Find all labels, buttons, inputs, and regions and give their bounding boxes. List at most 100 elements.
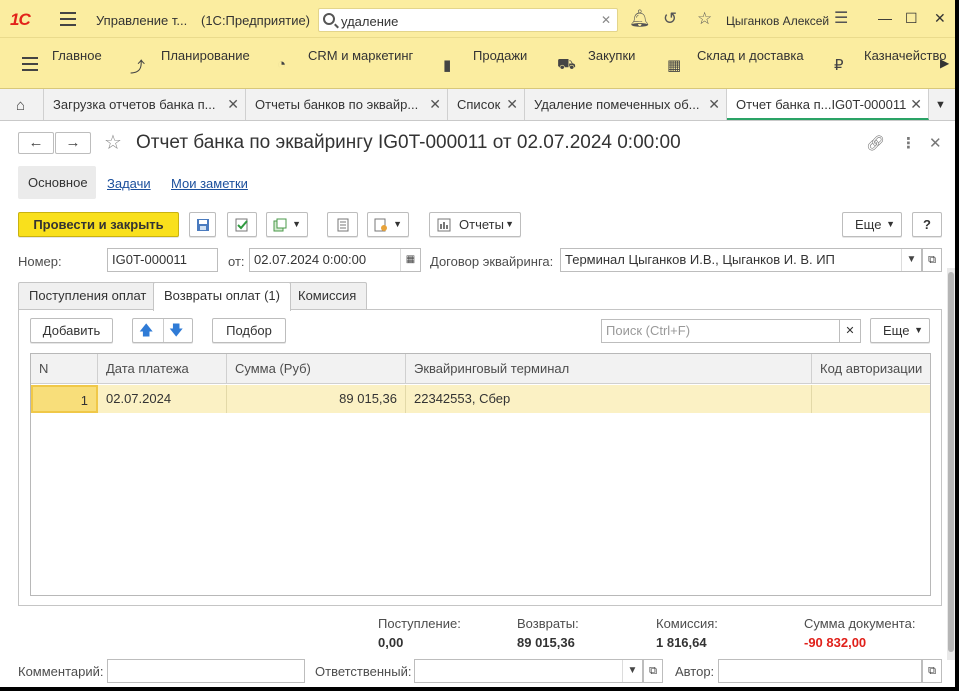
reports-label: Отчеты bbox=[459, 217, 504, 232]
column-header-terminal[interactable]: Эквайринговый терминал bbox=[406, 354, 812, 384]
chevron-down-icon[interactable]: ▼ bbox=[622, 660, 642, 682]
tab-notes[interactable]: Мои заметки bbox=[171, 176, 248, 191]
move-up-icon[interactable]: 🡅 bbox=[139, 319, 153, 342]
app-subtitle: (1С:Предприятие) bbox=[201, 13, 311, 28]
main-menu-icon[interactable] bbox=[60, 12, 76, 26]
section-purchases[interactable]: Закупки bbox=[588, 48, 635, 63]
favorites-star-icon[interactable]: ☆ bbox=[697, 10, 712, 27]
save-button[interactable] bbox=[189, 212, 216, 237]
form-scrollbar[interactable] bbox=[947, 268, 955, 660]
contract-label: Договор эквайринга: bbox=[430, 254, 554, 269]
help-button[interactable]: ? bbox=[912, 212, 942, 237]
post-and-close-button[interactable]: Провести и закрыть bbox=[18, 212, 179, 237]
close-tab-icon[interactable]: ✕ bbox=[506, 96, 518, 113]
close-window-button[interactable]: ✕ bbox=[934, 10, 946, 27]
tab-commission[interactable]: Комиссия bbox=[287, 282, 368, 309]
table-search-input[interactable]: Поиск (Ctrl+F) bbox=[601, 319, 840, 343]
clear-search-icon[interactable]: ✕ bbox=[601, 13, 611, 27]
history-icon[interactable]: ↺ bbox=[663, 10, 677, 27]
open-author-icon[interactable]: ⧉ bbox=[922, 659, 942, 683]
document-sum-label: Сумма документа: bbox=[804, 616, 916, 631]
more-button[interactable]: Еще ▼ bbox=[842, 212, 902, 237]
open-contract-icon[interactable]: ⧉ bbox=[922, 248, 942, 272]
create-based-on-button[interactable]: ▼ bbox=[266, 212, 308, 237]
section-treasury[interactable]: Казначейство bbox=[864, 48, 946, 63]
app-window: 1С Управление т... (1С:Предприятие) удал… bbox=[0, 0, 955, 687]
document-journal-button[interactable] bbox=[327, 212, 358, 237]
scrollbar-thumb[interactable] bbox=[948, 272, 954, 652]
responsible-field[interactable]: ▼ bbox=[414, 659, 643, 683]
section-warehouse[interactable]: Склад и доставка bbox=[697, 48, 804, 63]
tab-tasks[interactable]: Задачи bbox=[107, 176, 151, 191]
open-responsible-icon[interactable]: ⧉ bbox=[643, 659, 663, 683]
bookmark-star-icon[interactable]: ☆ bbox=[104, 130, 122, 155]
open-windows-bar: ⌂ Загрузка отчетов банка п... ✕ Отчеты б… bbox=[0, 89, 955, 121]
open-tab-bank-reports[interactable]: Отчеты банков по эквайр... ✕ bbox=[246, 89, 448, 120]
section-main[interactable]: Главное bbox=[52, 48, 102, 63]
home-tab[interactable]: ⌂ bbox=[0, 89, 44, 120]
author-field[interactable] bbox=[718, 659, 922, 683]
open-tab-current-report[interactable]: Отчет банка п...IG0T-000011 ✕ bbox=[727, 89, 929, 120]
commission-total-label: Комиссия: bbox=[656, 616, 718, 631]
pick-button[interactable]: Подбор bbox=[212, 318, 286, 343]
tab-income[interactable]: Поступления оплат bbox=[18, 282, 158, 309]
print-icon bbox=[374, 218, 387, 232]
menu-icon[interactable] bbox=[22, 57, 38, 71]
cell-auth-code[interactable] bbox=[812, 385, 930, 413]
close-tab-icon[interactable]: ✕ bbox=[227, 96, 239, 113]
minimize-button[interactable]: — bbox=[878, 10, 892, 26]
number-field[interactable]: IG0T-000011 bbox=[107, 248, 218, 272]
close-form-icon[interactable]: ✕ bbox=[929, 134, 942, 152]
date-field[interactable]: 02.07.2024 0:00:00 ▦ bbox=[249, 248, 421, 272]
cell-n[interactable]: 1 bbox=[31, 385, 98, 413]
close-tab-icon[interactable]: ✕ bbox=[910, 96, 922, 113]
open-tab-delete-marked[interactable]: Удаление помеченных об... ✕ bbox=[525, 89, 727, 120]
post-button[interactable] bbox=[227, 212, 257, 237]
bell-icon[interactable]: 🔔︎ bbox=[629, 10, 651, 27]
cell-date[interactable]: 02.07.2024 bbox=[98, 385, 227, 413]
section-planning[interactable]: Планирование bbox=[161, 48, 250, 63]
column-header-date[interactable]: Дата платежа bbox=[98, 354, 227, 384]
comment-label: Комментарий: bbox=[18, 664, 104, 679]
more-actions-icon[interactable]: ⋮ bbox=[901, 134, 916, 152]
title-bar: 1С Управление т... (1С:Предприятие) удал… bbox=[0, 0, 955, 37]
back-button[interactable]: ← bbox=[18, 132, 54, 154]
clear-table-search-icon[interactable]: ✕ bbox=[839, 319, 861, 343]
column-header-sum[interactable]: Сумма (Руб) bbox=[227, 354, 406, 384]
cell-sum[interactable]: 89 015,36 bbox=[227, 385, 406, 413]
contract-field[interactable]: Терминал Цыганков И.В., Цыганков И. В. И… bbox=[560, 248, 922, 272]
comment-field[interactable] bbox=[107, 659, 305, 683]
chevron-down-icon: ▼ bbox=[914, 325, 923, 335]
returns-total-label: Возвраты: bbox=[517, 616, 579, 631]
returns-table[interactable]: N Дата платежа Сумма (Руб) Эквайринговый… bbox=[30, 353, 931, 596]
section-sales[interactable]: Продажи bbox=[473, 48, 527, 63]
cell-terminal[interactable]: 22342553, Сбер bbox=[406, 385, 812, 413]
sections-scroll-right-icon[interactable]: ▶ bbox=[940, 56, 949, 70]
maximize-button[interactable]: ☐ bbox=[905, 10, 918, 27]
author-label: Автор: bbox=[675, 664, 715, 679]
section-crm[interactable]: CRM и маркетинг bbox=[308, 48, 413, 63]
tab-returns[interactable]: Возвраты оплат (1) bbox=[153, 282, 291, 311]
print-button[interactable]: ▼ bbox=[367, 212, 409, 237]
tab-main[interactable]: Основное bbox=[18, 166, 96, 199]
global-search-input[interactable]: удаление ✕ bbox=[318, 8, 618, 32]
settings-menu-icon[interactable]: ☰ bbox=[834, 10, 848, 27]
reports-button[interactable]: Отчеты ▼ bbox=[429, 212, 521, 237]
user-name[interactable]: Цыганков Алексей bbox=[726, 14, 829, 28]
add-row-button[interactable]: Добавить bbox=[30, 318, 113, 343]
column-header-n[interactable]: N bbox=[31, 354, 98, 384]
column-header-auth-code[interactable]: Код авторизации bbox=[812, 354, 930, 384]
reports-icon bbox=[437, 218, 451, 232]
chevron-down-icon[interactable]: ▼ bbox=[901, 249, 921, 271]
open-tab-list[interactable]: Список ✕ bbox=[448, 89, 525, 120]
calendar-icon[interactable]: ▦ bbox=[400, 249, 420, 271]
link-icon[interactable]: 🔗︎ bbox=[866, 134, 885, 152]
tabs-dropdown-icon[interactable]: ▼ bbox=[935, 99, 946, 111]
table-row[interactable]: 1 02.07.2024 89 015,36 22342553, Сбер bbox=[31, 385, 930, 413]
open-tab-bank-reports-load[interactable]: Загрузка отчетов банка п... ✕ bbox=[44, 89, 246, 120]
close-tab-icon[interactable]: ✕ bbox=[708, 96, 720, 113]
move-down-icon[interactable]: 🡇 bbox=[169, 319, 183, 342]
table-more-button[interactable]: Еще ▼ bbox=[870, 318, 930, 343]
forward-button[interactable]: → bbox=[55, 132, 91, 154]
close-tab-icon[interactable]: ✕ bbox=[429, 96, 441, 113]
